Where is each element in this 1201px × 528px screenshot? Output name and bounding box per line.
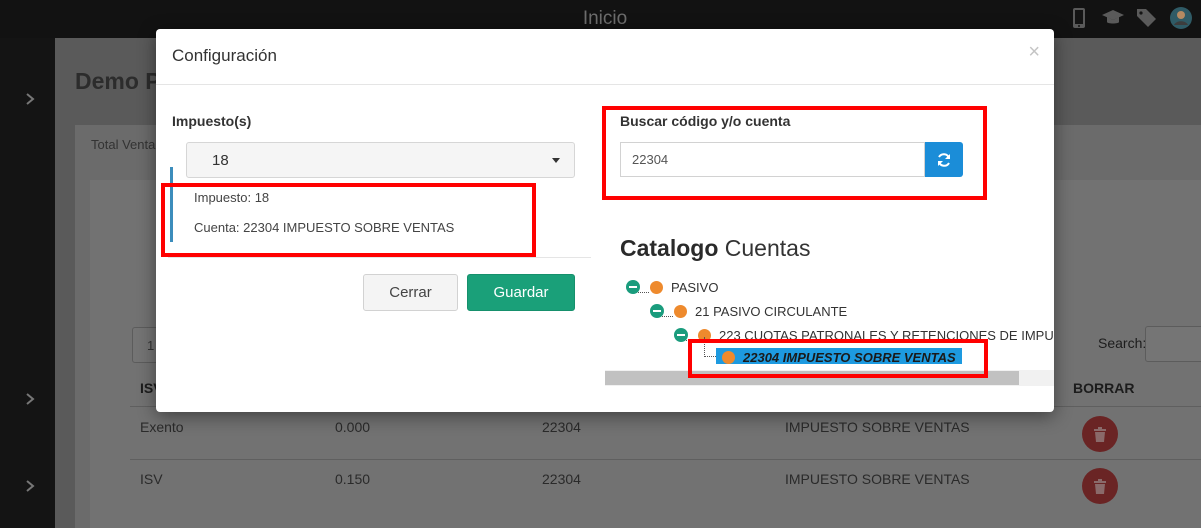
catalog-title-bold: Catalogo <box>620 235 719 261</box>
collapse-icon[interactable] <box>650 304 664 318</box>
catalog-title-rest: Cuentas <box>718 235 811 261</box>
caret-down-icon <box>552 158 560 163</box>
chevron-right-icon[interactable] <box>24 391 36 407</box>
table-search-label: Search: <box>1098 335 1147 351</box>
column-header-borrar: BORRAR <box>1073 380 1135 396</box>
table-cell-rate: 0.150 <box>335 471 371 487</box>
table-divider <box>130 459 1201 460</box>
table-cell-rate: 0.000 <box>335 419 371 435</box>
table-cell-isv: ISV <box>140 471 163 487</box>
trash-icon <box>1094 426 1106 442</box>
folder-node-icon <box>650 280 663 294</box>
delete-row-button[interactable] <box>1082 468 1118 504</box>
highlight-box <box>161 183 536 257</box>
save-button[interactable]: Guardar <box>467 274 575 311</box>
app-title: Inicio <box>582 8 628 29</box>
table-cell-isv: Exento <box>140 419 184 435</box>
chevron-right-icon[interactable] <box>24 91 36 107</box>
topbar-icons <box>1067 6 1193 30</box>
modal-title: Configuración <box>172 46 277 65</box>
table-cell-account: IMPUESTO SOBRE VENTAS <box>785 471 970 487</box>
tax-select-value: 18 <box>212 152 229 169</box>
table-cell-code: 22304 <box>542 471 581 487</box>
trash-icon <box>1094 478 1106 494</box>
mobile-icon[interactable] <box>1067 6 1091 30</box>
highlight-box <box>602 106 987 200</box>
collapse-icon[interactable] <box>674 328 688 342</box>
tree-node-pasivo-circulante[interactable]: 21 PASIVO CIRCULANTE <box>650 301 847 321</box>
cancel-button[interactable]: Cerrar <box>363 274 458 311</box>
folder-node-icon <box>674 304 687 318</box>
tax-label: Impuesto(s) <box>172 113 252 129</box>
table-cell-code: 22304 <box>542 419 581 435</box>
catalog-title: Catalogo Cuentas <box>620 235 810 262</box>
highlight-box <box>688 339 988 378</box>
tree-node-pasivo[interactable]: PASIVO <box>626 277 718 297</box>
page-title: Demo P <box>75 68 161 94</box>
close-icon[interactable]: × <box>1028 41 1040 64</box>
chevron-right-icon[interactable] <box>24 478 36 494</box>
table-search-input[interactable] <box>1145 326 1201 362</box>
tags-icon[interactable] <box>1135 6 1159 30</box>
collapse-icon[interactable] <box>626 280 640 294</box>
sidebar <box>0 38 55 528</box>
tax-select[interactable]: 18 <box>186 142 575 178</box>
divider <box>168 257 591 258</box>
table-cell-account: IMPUESTO SOBRE VENTAS <box>785 419 970 435</box>
modal-header: Configuración × <box>156 29 1054 85</box>
delete-row-button[interactable] <box>1082 416 1118 452</box>
graduation-cap-icon[interactable] <box>1101 6 1125 30</box>
user-avatar-icon[interactable] <box>1169 6 1193 30</box>
